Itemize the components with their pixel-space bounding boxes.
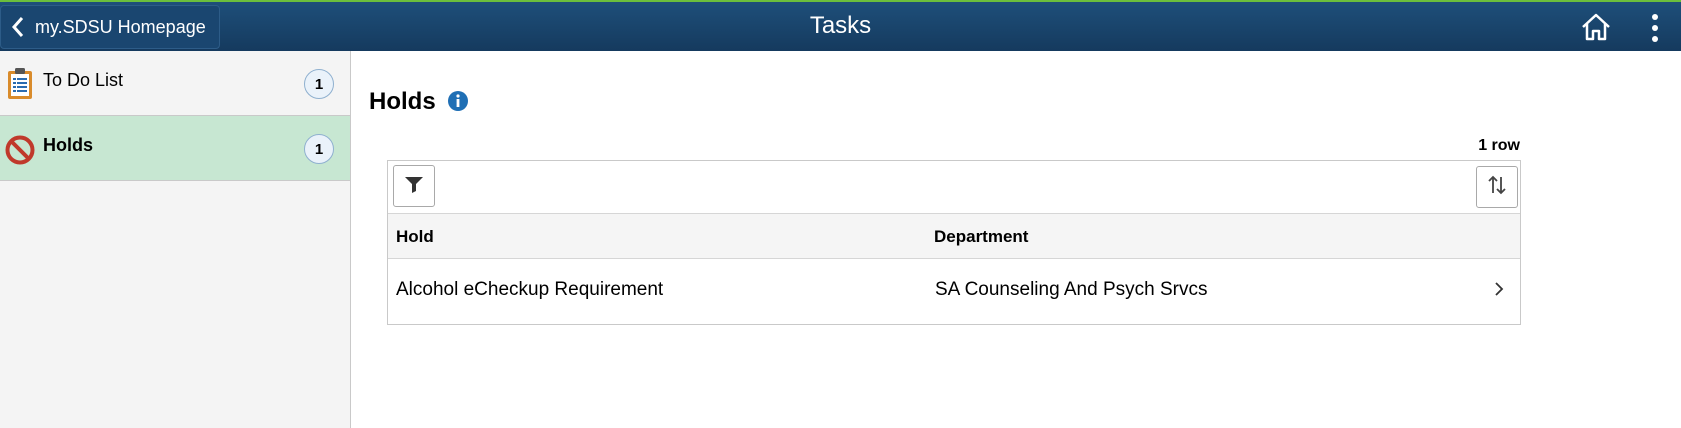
more-options-icon[interactable] <box>1648 12 1662 44</box>
column-header-hold: Hold <box>396 227 434 246</box>
filter-button[interactable] <box>393 165 435 207</box>
back-button-label: my.SDSU Homepage <box>35 16 206 37</box>
sort-arrows-icon <box>1485 173 1509 202</box>
chevron-left-icon <box>1 16 35 38</box>
count-badge: 1 <box>304 69 334 99</box>
sidebar-item-holds[interactable]: Holds 1 <box>0 116 350 181</box>
page-header-title: Tasks <box>809 12 872 39</box>
department-cell: SA Counseling And Psych Srvcs <box>935 279 1208 300</box>
home-icon[interactable] <box>1580 12 1612 42</box>
info-icon[interactable] <box>447 90 469 112</box>
back-to-homepage-button[interactable]: my.SDSU Homepage <box>0 5 220 49</box>
row-count: 1 row <box>1478 137 1520 154</box>
sort-button[interactable] <box>1476 166 1518 208</box>
sidebar-item-label: To Do List <box>43 70 124 90</box>
filter-icon <box>403 173 425 200</box>
sidebar-item-to-do-list[interactable]: To Do List 1 <box>0 51 350 116</box>
top-banner: my.SDSU Homepage Tasks <box>0 0 1681 51</box>
sidebar: To Do List 1 Holds 1 <box>0 51 351 428</box>
holds-grid: Hold Department Alcohol eCheckup Require… <box>387 160 1521 325</box>
column-header-department: Department <box>934 227 1029 246</box>
no-entry-icon <box>4 132 36 166</box>
count-badge: 1 <box>304 134 334 164</box>
hold-cell: Alcohol eCheckup Requirement <box>396 279 664 300</box>
table-row[interactable]: Alcohol eCheckup Requirement SA Counseli… <box>388 259 1520 325</box>
grid-toolbar <box>388 161 1520 214</box>
sidebar-item-label: Holds <box>43 135 94 155</box>
clipboard-list-icon <box>4 67 36 101</box>
page-title: Holds <box>369 88 436 115</box>
chevron-right-icon <box>1492 279 1506 299</box>
column-header-row: Hold Department <box>388 214 1520 259</box>
